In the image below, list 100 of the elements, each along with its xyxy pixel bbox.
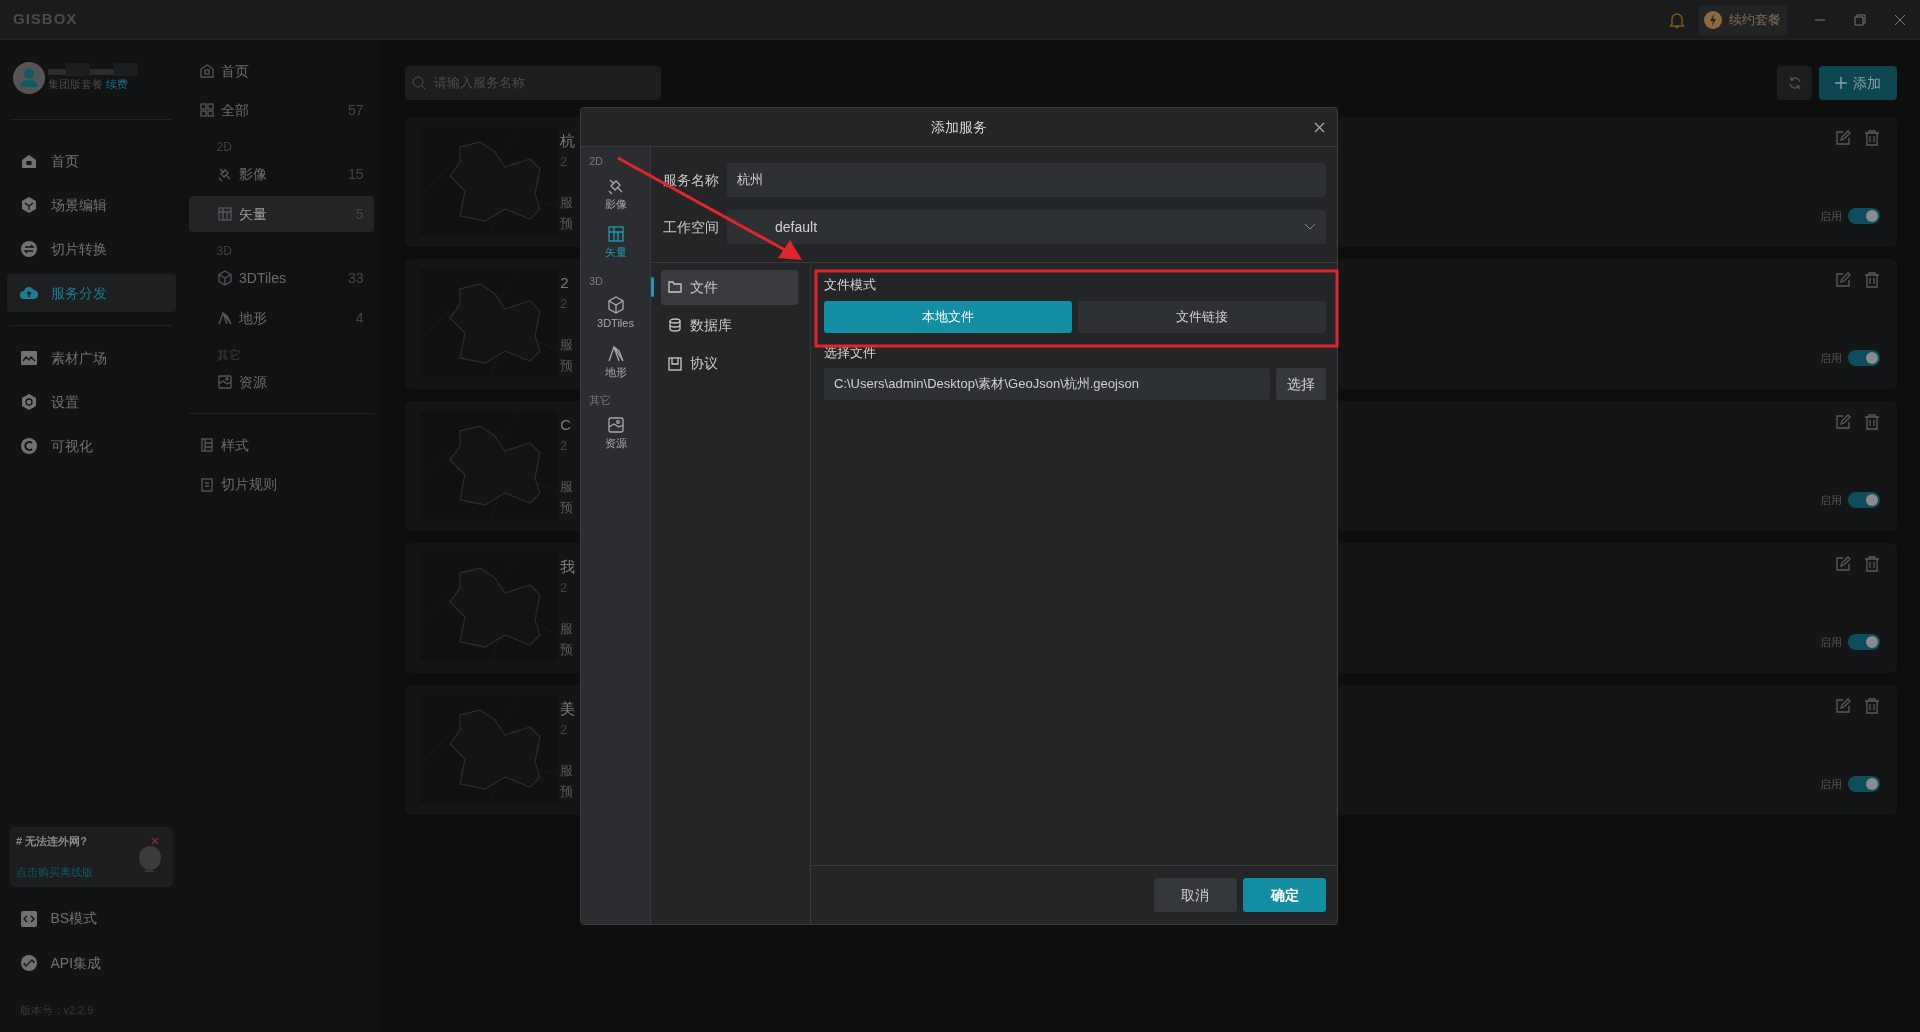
card-title: C — [560, 417, 573, 432]
bell-icon[interactable] — [1668, 10, 1685, 29]
chart-circle-icon — [19, 437, 38, 455]
cancel-button[interactable]: 取消 — [1153, 878, 1237, 912]
section-label: 选择文件 — [824, 343, 877, 362]
card-text: 预 — [560, 501, 575, 514]
image-icon — [605, 414, 626, 435]
type-tab[interactable]: 资源 — [581, 408, 650, 457]
file-mode-tab[interactable]: 文件链接 — [1078, 300, 1326, 333]
mountain-icon — [216, 310, 233, 327]
lightning-icon — [1704, 10, 1722, 29]
browse-button[interactable]: 选择 — [1276, 368, 1326, 400]
close-icon[interactable] — [1314, 122, 1325, 133]
restore-icon[interactable] — [1853, 12, 1867, 27]
edit-icon[interactable] — [1835, 414, 1851, 431]
buy-offline-link[interactable]: 点击购买离线版 — [16, 863, 93, 880]
card-title: 我 — [560, 559, 577, 574]
type-tab[interactable]: 3DTiles — [581, 289, 650, 338]
swap-icon — [19, 240, 38, 258]
edit-icon[interactable] — [1835, 556, 1851, 573]
add-button[interactable]: 添加 — [1818, 66, 1897, 100]
group-heading: 3D — [588, 273, 605, 289]
nav-item[interactable]: 首页 — [6, 142, 176, 180]
cube-icon — [605, 295, 626, 315]
edit-icon[interactable] — [1835, 272, 1851, 289]
mountain-icon — [605, 343, 626, 364]
grid-map-icon — [216, 206, 233, 223]
nav-item[interactable]: 服务分发 — [6, 274, 176, 312]
card-text: 预 — [560, 217, 575, 230]
trash-icon[interactable] — [1864, 130, 1880, 147]
image-icon — [216, 374, 233, 391]
plus-icon — [1834, 77, 1847, 89]
refresh-button[interactable] — [1777, 66, 1812, 100]
nav-item[interactable]: 切片转换 — [6, 230, 176, 268]
promo-title: # 无法连外网? — [16, 834, 88, 849]
avatar-icon — [13, 62, 45, 94]
file-mode-tab[interactable]: 本地文件 — [824, 300, 1072, 333]
card-title: 杭 — [560, 133, 577, 148]
renew-link[interactable]: 续费 — [106, 78, 129, 91]
workspace-dropdown[interactable]: default — [727, 210, 1326, 244]
category-item[interactable]: 资源 — [188, 364, 374, 401]
refresh-icon — [1787, 76, 1802, 90]
toggle-switch[interactable] — [1848, 349, 1880, 366]
trash-icon[interactable] — [1864, 556, 1880, 573]
category-item[interactable]: 首页 — [188, 53, 374, 89]
file-path-field[interactable]: C:\Users\admin\Desktop\素材\GeoJson\杭州.geojson — [824, 368, 1270, 400]
gear-icon — [19, 393, 38, 411]
database-icon — [667, 317, 683, 334]
card-text: 服 — [560, 480, 575, 493]
cloud-upload-icon — [19, 284, 38, 302]
card-text: 预 — [560, 643, 575, 656]
service-name-field[interactable]: 杭州 — [727, 163, 1326, 197]
edit-icon[interactable] — [1835, 130, 1851, 147]
nav-item[interactable]: 可视化 — [6, 427, 176, 465]
trash-icon[interactable] — [1864, 698, 1880, 715]
toggle-switch[interactable] — [1848, 491, 1880, 508]
document-icon — [667, 355, 683, 372]
dialog-title: 添加服务 — [931, 117, 987, 137]
toggle-switch[interactable] — [1848, 775, 1880, 792]
nav-item[interactable]: 设置 — [6, 383, 176, 421]
renew-plan-button[interactable]: 续约套餐 — [1697, 4, 1787, 35]
card-text: 服 — [560, 196, 575, 209]
edit-icon[interactable] — [1835, 698, 1851, 715]
code-icon — [19, 909, 38, 928]
group-heading: 其它 — [588, 393, 612, 408]
source-tab[interactable]: 数据库 — [660, 307, 798, 343]
source-tab[interactable]: 协议 — [660, 346, 798, 381]
type-tab[interactable]: 矢量 — [581, 218, 650, 267]
field-label: 工作空间 — [663, 217, 720, 237]
list-icon — [198, 476, 215, 493]
nav-item[interactable]: 素材广场 — [6, 339, 176, 377]
toggle-switch[interactable] — [1848, 207, 1880, 224]
category-item[interactable]: 样式 — [188, 427, 374, 464]
nav-item[interactable]: BS模式 — [6, 899, 176, 938]
grid-icon — [198, 102, 215, 119]
book-icon — [198, 437, 215, 454]
toggle-switch[interactable] — [1848, 633, 1880, 650]
cube-icon — [19, 196, 38, 214]
house-icon — [19, 152, 38, 170]
card-title: 2 — [560, 275, 570, 290]
image-satellite-icon — [216, 166, 233, 183]
category-item[interactable]: 切片规则 — [188, 466, 374, 503]
type-tab[interactable]: 地形 — [581, 337, 650, 386]
mountain-image-icon — [19, 349, 38, 367]
close-icon[interactable] — [1893, 12, 1907, 27]
source-tab[interactable]: 文件 — [660, 269, 798, 305]
cube-icon — [216, 270, 233, 287]
card-text: 预 — [560, 785, 575, 798]
trash-icon[interactable] — [1864, 272, 1880, 289]
nav-item[interactable]: API集成 — [6, 944, 176, 982]
folder-icon — [667, 279, 683, 295]
trash-icon[interactable] — [1864, 414, 1880, 431]
section-label: 文件模式 — [824, 276, 877, 294]
confirm-button[interactable]: 确定 — [1243, 878, 1326, 912]
type-tab[interactable]: 影像 — [581, 169, 650, 218]
card-text: 服 — [560, 764, 575, 777]
card-title: 美 — [560, 701, 577, 716]
card-text: 预 — [560, 359, 575, 372]
nav-item[interactable]: 场景编辑 — [6, 186, 176, 224]
grid-map-icon — [605, 224, 626, 244]
